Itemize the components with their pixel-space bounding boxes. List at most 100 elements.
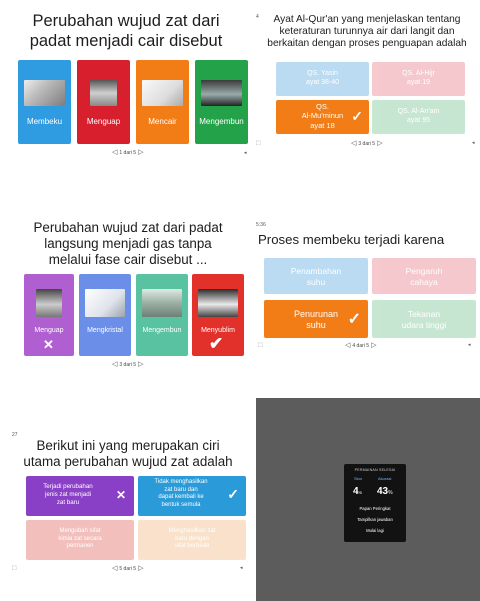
fullscreen-icon[interactable]: ⬚ (256, 140, 261, 146)
option-label: Menguap (86, 117, 121, 126)
option-label: Tekanan udara tinggi (401, 309, 447, 330)
option-card-mencair[interactable]: Mencair (136, 60, 189, 144)
option-label: QS. Al-Hijr ayat 19 (402, 70, 435, 86)
panel-quiz-5: 27 Berikut ini yang merupakan ciri utama… (0, 420, 250, 580)
score-value: 4/5 (353, 481, 362, 499)
option-label: Mengubah sifat kimia zat secara permanen (58, 528, 102, 549)
panel-results: PERMAINAN SELESAI Skor Akurasi 4/5 43% P… (256, 398, 480, 601)
results-card: PERMAINAN SELESAI Skor Akurasi 4/5 43% P… (344, 464, 406, 542)
results-title: PERMAINAN SELESAI (354, 468, 396, 472)
option-image (142, 80, 183, 106)
fullscreen-icon[interactable]: ⬚ (12, 565, 17, 571)
option-label: QS. Al-An'am ayat 95 (397, 108, 440, 124)
panel-quiz-2: 4 Ayat Al-Qur'an yang menjelaskan tentan… (254, 0, 480, 162)
option-image (85, 289, 125, 317)
question-title: Perubahan wujud zat dari padat menjadi c… (29, 12, 223, 50)
option-card-zat-baru-berbeda[interactable]: Menghasilkan zat baru dengan sifat berbe… (138, 520, 246, 560)
prev-arrow-icon[interactable]: ◁ (112, 565, 117, 572)
option-card-yasin[interactable]: QS. Yasin ayat 38-40 (276, 62, 369, 96)
option-image (36, 289, 62, 317)
option-card-tekanan-udara[interactable]: Tekanan udara tinggi (372, 300, 476, 338)
pagination: ◁ 3 dari 5 ▷ (112, 361, 143, 368)
option-card-mengembun[interactable]: Mengembun (136, 274, 188, 356)
panel-quiz-4: 5:36 Proses membeku terjadi karena Penam… (254, 210, 480, 360)
prev-arrow-icon[interactable]: ◁ (345, 342, 350, 349)
next-arrow-icon[interactable]: ▷ (138, 361, 143, 368)
next-arrow-icon[interactable]: ▷ (371, 342, 376, 349)
option-card-membeku[interactable]: Membeku (18, 60, 71, 144)
option-card-pengaruh-cahaya[interactable]: Pengaruh cahaya (372, 258, 476, 294)
accuracy-number: 43 (377, 486, 389, 497)
pagination: ◁ 5 dari 5 ▷ (112, 565, 143, 572)
prev-arrow-icon[interactable]: ◁ (112, 361, 117, 368)
wrong-x-icon: ✕ (115, 488, 126, 502)
option-card-perubahan-jenis[interactable]: Terjadi perubahan jenis zat menjadi zat … (26, 476, 134, 516)
check-icon: ✓ (347, 311, 361, 328)
accuracy-unit: % (388, 490, 393, 496)
check-icon: ✓ (227, 486, 239, 502)
check-icon: ✔ (209, 334, 224, 353)
sound-icon[interactable]: ◂ (468, 342, 471, 348)
check-icon: ✓ (351, 108, 363, 124)
sound-icon[interactable]: ◂ (240, 565, 243, 571)
option-label: Terjadi perubahan jenis zat menjadi zat … (43, 483, 93, 506)
option-image (198, 289, 238, 317)
option-card-menguap[interactable]: Menguap (77, 60, 130, 144)
option-card-tidak-zat-baru[interactable]: Tidak menghasilkan zat baru dan dapat ke… (138, 476, 246, 516)
option-card-mengkristal[interactable]: Mengkristal (79, 274, 131, 356)
option-card-penambahan-suhu[interactable]: Penambahan suhu (264, 258, 368, 294)
question-title: Ayat Al-Qur'an yang menjelaskan tentang … (267, 14, 467, 50)
option-label: Mencair (148, 117, 177, 126)
option-card-penurunan-suhu[interactable]: Penurunan suhu ✓ (264, 300, 368, 338)
option-card-al-anam[interactable]: QS. Al-An'am ayat 95 (372, 100, 465, 134)
option-label: QS. Yasin ayat 38-40 (305, 70, 340, 86)
question-title: Perubahan wujud zat dari padat langsung … (33, 220, 223, 268)
restart-button[interactable]: Mulai lagi (344, 528, 406, 533)
pagination: ◁ 1 dari 5 ▷ (112, 149, 143, 156)
next-arrow-icon[interactable]: ▷ (377, 140, 382, 147)
page-indicator: 5 dari 5 (119, 565, 137, 572)
option-card-al-muminun[interactable]: QS. Al-Mu'minun ayat 18 ✓ (276, 100, 369, 134)
option-label: Mengkristal (87, 327, 123, 334)
prev-arrow-icon[interactable]: ◁ (351, 140, 356, 147)
fullscreen-icon[interactable]: ⬚ (258, 342, 263, 348)
option-card-mengembun[interactable]: Mengembun (195, 60, 248, 144)
next-arrow-icon[interactable]: ▷ (138, 149, 143, 156)
score-total: /5 (358, 490, 362, 495)
page-indicator: 4 dari 5 (352, 342, 370, 349)
show-answers-button[interactable]: Tampilkan jawaban (344, 517, 406, 522)
option-card-sifat-kimia[interactable]: Mengubah sifat kimia zat secara permanen (26, 520, 134, 560)
panel-quiz-3: Perubahan wujud zat dari padat langsung … (0, 210, 250, 375)
wrong-x-icon: ✕ (43, 337, 54, 352)
option-image (90, 80, 117, 106)
page-indicator: 3 dari 5 (358, 140, 376, 147)
question-title: Berikut ini yang merupakan ciri utama pe… (23, 438, 233, 470)
option-label: Mengembun (142, 327, 182, 334)
sound-icon[interactable]: ◂ (244, 150, 247, 156)
option-label: Mengembun (199, 117, 244, 126)
prev-arrow-icon[interactable]: ◁ (112, 149, 117, 156)
option-image (142, 289, 182, 317)
option-card-al-hijr[interactable]: QS. Al-Hijr ayat 19 (372, 62, 465, 96)
question-title: Proses membeku terjadi karena (258, 232, 445, 247)
option-label: Membeku (26, 117, 63, 126)
page-indicator: 1 dari 5 (119, 149, 137, 156)
pagination: ◁ 4 dari 5 ▷ (345, 342, 376, 349)
page-indicator: 3 dari 5 (119, 361, 137, 368)
option-card-menguap[interactable]: Menguap ✕ (24, 274, 74, 356)
timer: 5:36 (256, 222, 266, 228)
option-label: Pengaruh cahaya (405, 266, 443, 287)
option-label: Menguap (34, 327, 64, 334)
option-card-menyublim[interactable]: Menyublim ✔ (192, 274, 244, 356)
option-label: Penambahan suhu (290, 266, 342, 287)
option-image (201, 80, 242, 106)
option-label: Tidak menghasilkan zat baru dan dapat ke… (154, 479, 208, 508)
option-label: Menghasilkan zat baru dengan sifat berbe… (168, 528, 216, 549)
panel-quiz-1: Perubahan wujud zat dari padat menjadi c… (0, 0, 250, 162)
leaderboard-button[interactable]: Papan Peringkat (344, 506, 406, 511)
option-image (24, 80, 65, 106)
pagination: ◁ 3 dari 5 ▷ (351, 140, 382, 147)
next-arrow-icon[interactable]: ▷ (138, 565, 143, 572)
sound-icon[interactable]: ◂ (472, 140, 475, 146)
accuracy-value: 43% (377, 481, 393, 499)
